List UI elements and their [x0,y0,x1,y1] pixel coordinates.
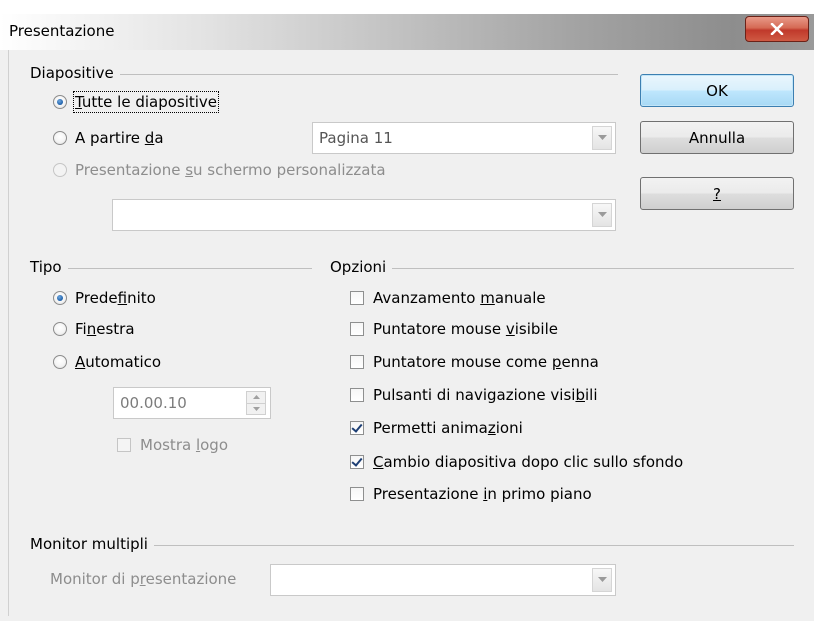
help-button-label: ? [713,184,721,203]
checkbox-pointer-as-pen-label: Puntatore mouse come penna [373,353,599,371]
checkbox-change-on-click[interactable]: Cambio diapositiva dopo clic sullo sfond… [350,453,683,471]
from-slide-select[interactable]: Pagina 11 [312,122,616,154]
checkbox-pointer-as-pen-box[interactable] [350,355,364,369]
checkbox-always-on-top-box[interactable] [350,487,364,501]
spinner-buttons[interactable] [246,391,266,415]
checkbox-show-logo-box[interactable] [117,438,131,452]
close-button[interactable] [745,16,809,42]
radio-type-default-indicator[interactable] [53,291,67,305]
radio-from-slide[interactable]: A partire da [53,129,164,147]
checkbox-pointer-visible[interactable]: Puntatore mouse visibile [350,320,558,338]
checkbox-allow-animations-label: Permetti animazioni [373,419,523,437]
opzioni-group-title: Opzioni [330,258,393,276]
radio-from-slide-label: A partire da [75,129,164,147]
help-button[interactable]: ? [640,177,794,210]
tipo-group-title: Tipo [30,258,68,276]
radio-custom-show[interactable]: Presentazione su schermo personalizzata [53,161,386,179]
radio-type-default-label: Predefinito [75,289,156,307]
checkbox-show-logo-label: Mostra logo [140,436,229,454]
checkbox-change-on-click-label: Cambio diapositiva dopo clic sullo sfond… [373,453,684,471]
pause-duration-value[interactable]: 00.00.10 [114,394,246,412]
checkbox-navigation-buttons-label: Pulsanti di navigazione visibili [373,386,598,404]
opzioni-group-line [330,268,794,269]
presentation-dialog: Presentazione Diapositive Tutte le diapo… [0,0,814,621]
radio-from-slide-indicator[interactable] [53,131,67,145]
radio-type-auto[interactable]: Automatico [53,353,161,371]
radio-type-window-indicator[interactable] [53,322,67,336]
presentation-monitor-select[interactable] [270,564,616,596]
radio-type-auto-indicator[interactable] [53,355,67,369]
titlebar-top-edge [0,0,814,14]
checkbox-pointer-as-pen[interactable]: Puntatore mouse come penna [350,353,599,371]
checkbox-manual-advance-box[interactable] [350,291,364,305]
chevron-down-icon[interactable] [592,126,612,150]
checkbox-navigation-buttons-box[interactable] [350,388,364,402]
checkbox-manual-advance[interactable]: Avanzamento manuale [350,289,546,307]
titlebar[interactable] [0,14,814,50]
radio-type-auto-label: Automatico [75,353,162,371]
checkbox-navigation-buttons[interactable]: Pulsanti di navigazione visibili [350,386,598,404]
spin-up-icon[interactable] [247,392,265,403]
close-icon [770,23,784,35]
checkbox-always-on-top-label: Presentazione in primo piano [373,485,592,503]
radio-custom-show-indicator[interactable] [53,163,67,177]
pause-duration-spinner[interactable]: 00.00.10 [113,387,271,419]
chevron-down-icon[interactable] [592,203,612,227]
radio-custom-show-label: Presentazione su schermo personalizzata [75,161,386,179]
presentation-monitor-label: Monitor di presentazione [50,570,237,588]
cancel-button[interactable]: Annulla [640,121,794,154]
custom-show-select[interactable] [112,199,616,231]
spin-down-icon[interactable] [247,402,265,415]
radio-type-window-label: Finestra [75,320,135,338]
checkbox-always-on-top[interactable]: Presentazione in primo piano [350,485,592,503]
monitor-group-title: Monitor multipli [30,535,154,553]
radio-all-slides-indicator[interactable] [53,95,67,109]
checkbox-change-on-click-box[interactable] [350,455,364,469]
radio-type-window[interactable]: Finestra [53,320,135,338]
checkbox-allow-animations-box[interactable] [350,421,364,435]
radio-all-slides-label: Tutte le diapositive [72,91,220,113]
ok-button[interactable]: OK [640,74,794,107]
diapositive-group-title: Diapositive [30,64,120,82]
checkbox-pointer-visible-box[interactable] [350,322,364,336]
checkbox-allow-animations[interactable]: Permetti animazioni [350,419,523,437]
window-title: Presentazione [9,22,115,40]
from-slide-select-value: Pagina 11 [319,129,393,147]
radio-all-slides[interactable]: Tutte le diapositive [53,91,220,113]
checkbox-manual-advance-label: Avanzamento manuale [373,289,546,307]
checkbox-pointer-visible-label: Puntatore mouse visibile [373,320,559,338]
chevron-down-icon[interactable] [592,568,612,592]
radio-type-default[interactable]: Predefinito [53,289,156,307]
tipo-group-line [30,268,312,269]
checkbox-show-logo[interactable]: Mostra logo [117,436,228,454]
